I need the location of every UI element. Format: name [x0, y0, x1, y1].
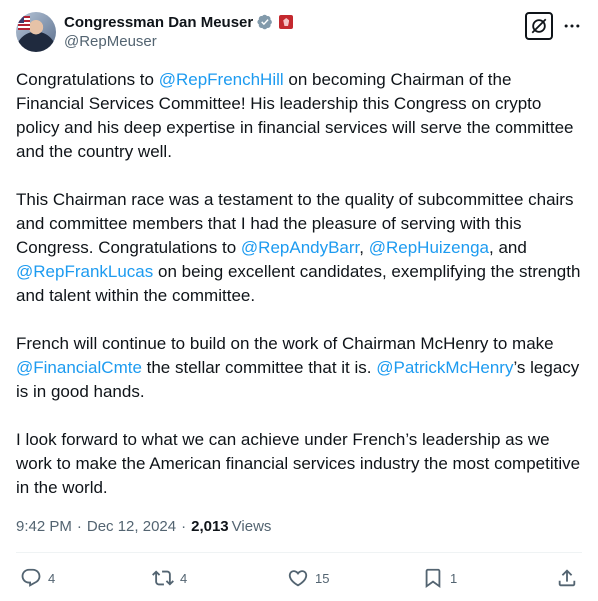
tweet-meta: 9:42 PM · Dec 12, 2024 · 2,013 Views [16, 516, 271, 536]
verified-badge-icon[interactable] [257, 14, 273, 30]
separator-dot: · [76, 517, 82, 535]
tweet-text: Congratulations to @RepFrenchHill on bec… [16, 68, 582, 500]
text-segment: , [359, 238, 369, 257]
mention-link[interactable]: @PatrickMcHenry [376, 358, 513, 377]
mention-link[interactable]: @RepFrankLucas [16, 262, 153, 281]
like-icon [288, 570, 308, 587]
tweet-actions: 4 4 15 1 [16, 564, 582, 592]
tweet-paragraph-3: French will continue to build on the wor… [16, 332, 582, 404]
grok-button[interactable] [525, 12, 553, 40]
tweet-paragraph-4: I look forward to what we can achieve un… [16, 430, 581, 497]
more-button[interactable] [562, 16, 582, 36]
reply-button[interactable]: 4 [20, 564, 55, 592]
mention-link[interactable]: @RepAndyBarr [241, 238, 359, 257]
author-name-row: Congressman Dan Meuser [64, 12, 294, 32]
tweet-header: Congressman Dan Meuser @RepMeuser [16, 12, 582, 56]
tweet-paragraph-1: Congratulations to @RepFrenchHill on bec… [16, 68, 582, 164]
repost-button[interactable]: 4 [152, 564, 187, 592]
like-count: 15 [315, 570, 330, 586]
author-display-name[interactable]: Congressman Dan Meuser [64, 14, 253, 31]
text-segment: , and [489, 238, 527, 257]
reply-count: 4 [48, 570, 56, 586]
grok-icon [531, 18, 547, 34]
separator-dot: · [181, 517, 187, 535]
share-icon [558, 569, 576, 587]
tweet-time[interactable]: 9:42 PM [16, 518, 72, 535]
bookmark-icon [425, 568, 441, 589]
government-label-icon[interactable] [279, 15, 294, 29]
reply-icon [21, 568, 41, 587]
text-segment: Congratulations to [16, 70, 159, 89]
avatar[interactable] [16, 12, 56, 52]
views-label: Views [231, 517, 272, 535]
bookmark-count: 1 [450, 570, 458, 586]
tweet-paragraph-2: This Chairman race was a testament to th… [16, 188, 582, 308]
share-button[interactable] [556, 564, 578, 592]
like-button[interactable]: 15 [287, 564, 329, 592]
text-segment: the stellar committee that it is. [141, 358, 377, 377]
flag-image [18, 16, 30, 30]
bookmark-button[interactable]: 1 [422, 564, 457, 592]
repost-icon [152, 570, 174, 586]
mention-link[interactable]: @RepFrenchHill [159, 70, 284, 89]
text-segment: French will continue to build on the wor… [16, 334, 554, 353]
mention-link[interactable]: @RepHuizenga [369, 238, 489, 257]
mention-link[interactable]: @FinancialCmte [16, 358, 142, 377]
author-handle[interactable]: @RepMeuser [64, 33, 157, 50]
more-icon [564, 24, 580, 28]
divider [16, 552, 582, 553]
views-count: 2,013 [191, 517, 229, 535]
repost-count: 4 [180, 570, 188, 586]
tweet-date[interactable]: Dec 12, 2024 [87, 518, 176, 535]
